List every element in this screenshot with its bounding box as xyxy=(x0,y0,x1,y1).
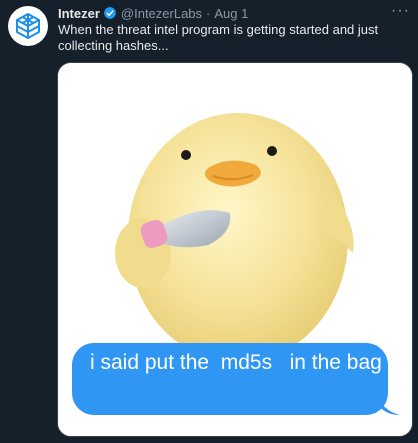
message-bubble: i said put the md5s in the bag xyxy=(72,343,400,415)
avatar[interactable] xyxy=(8,6,48,46)
tweet-date[interactable]: Aug 1 xyxy=(214,6,248,21)
separator-dot: · xyxy=(206,5,211,21)
tweet-header: Intezer @IntezerLabs · Aug 1 xyxy=(58,4,388,22)
tweet-text: When the threat intel program is getting… xyxy=(58,22,379,53)
tweet-media[interactable]: i said put the md5s in the bag xyxy=(57,62,413,437)
more-options-icon[interactable]: ··· xyxy=(391,2,410,20)
author-handle[interactable]: @IntezerLabs xyxy=(121,6,202,21)
author-name[interactable]: Intezer xyxy=(58,6,100,21)
verified-badge-icon xyxy=(103,6,117,20)
bubble-text: i said put the md5s in the bag xyxy=(90,351,382,374)
intezer-logo-icon xyxy=(16,13,40,39)
bubble-tail xyxy=(378,397,400,415)
